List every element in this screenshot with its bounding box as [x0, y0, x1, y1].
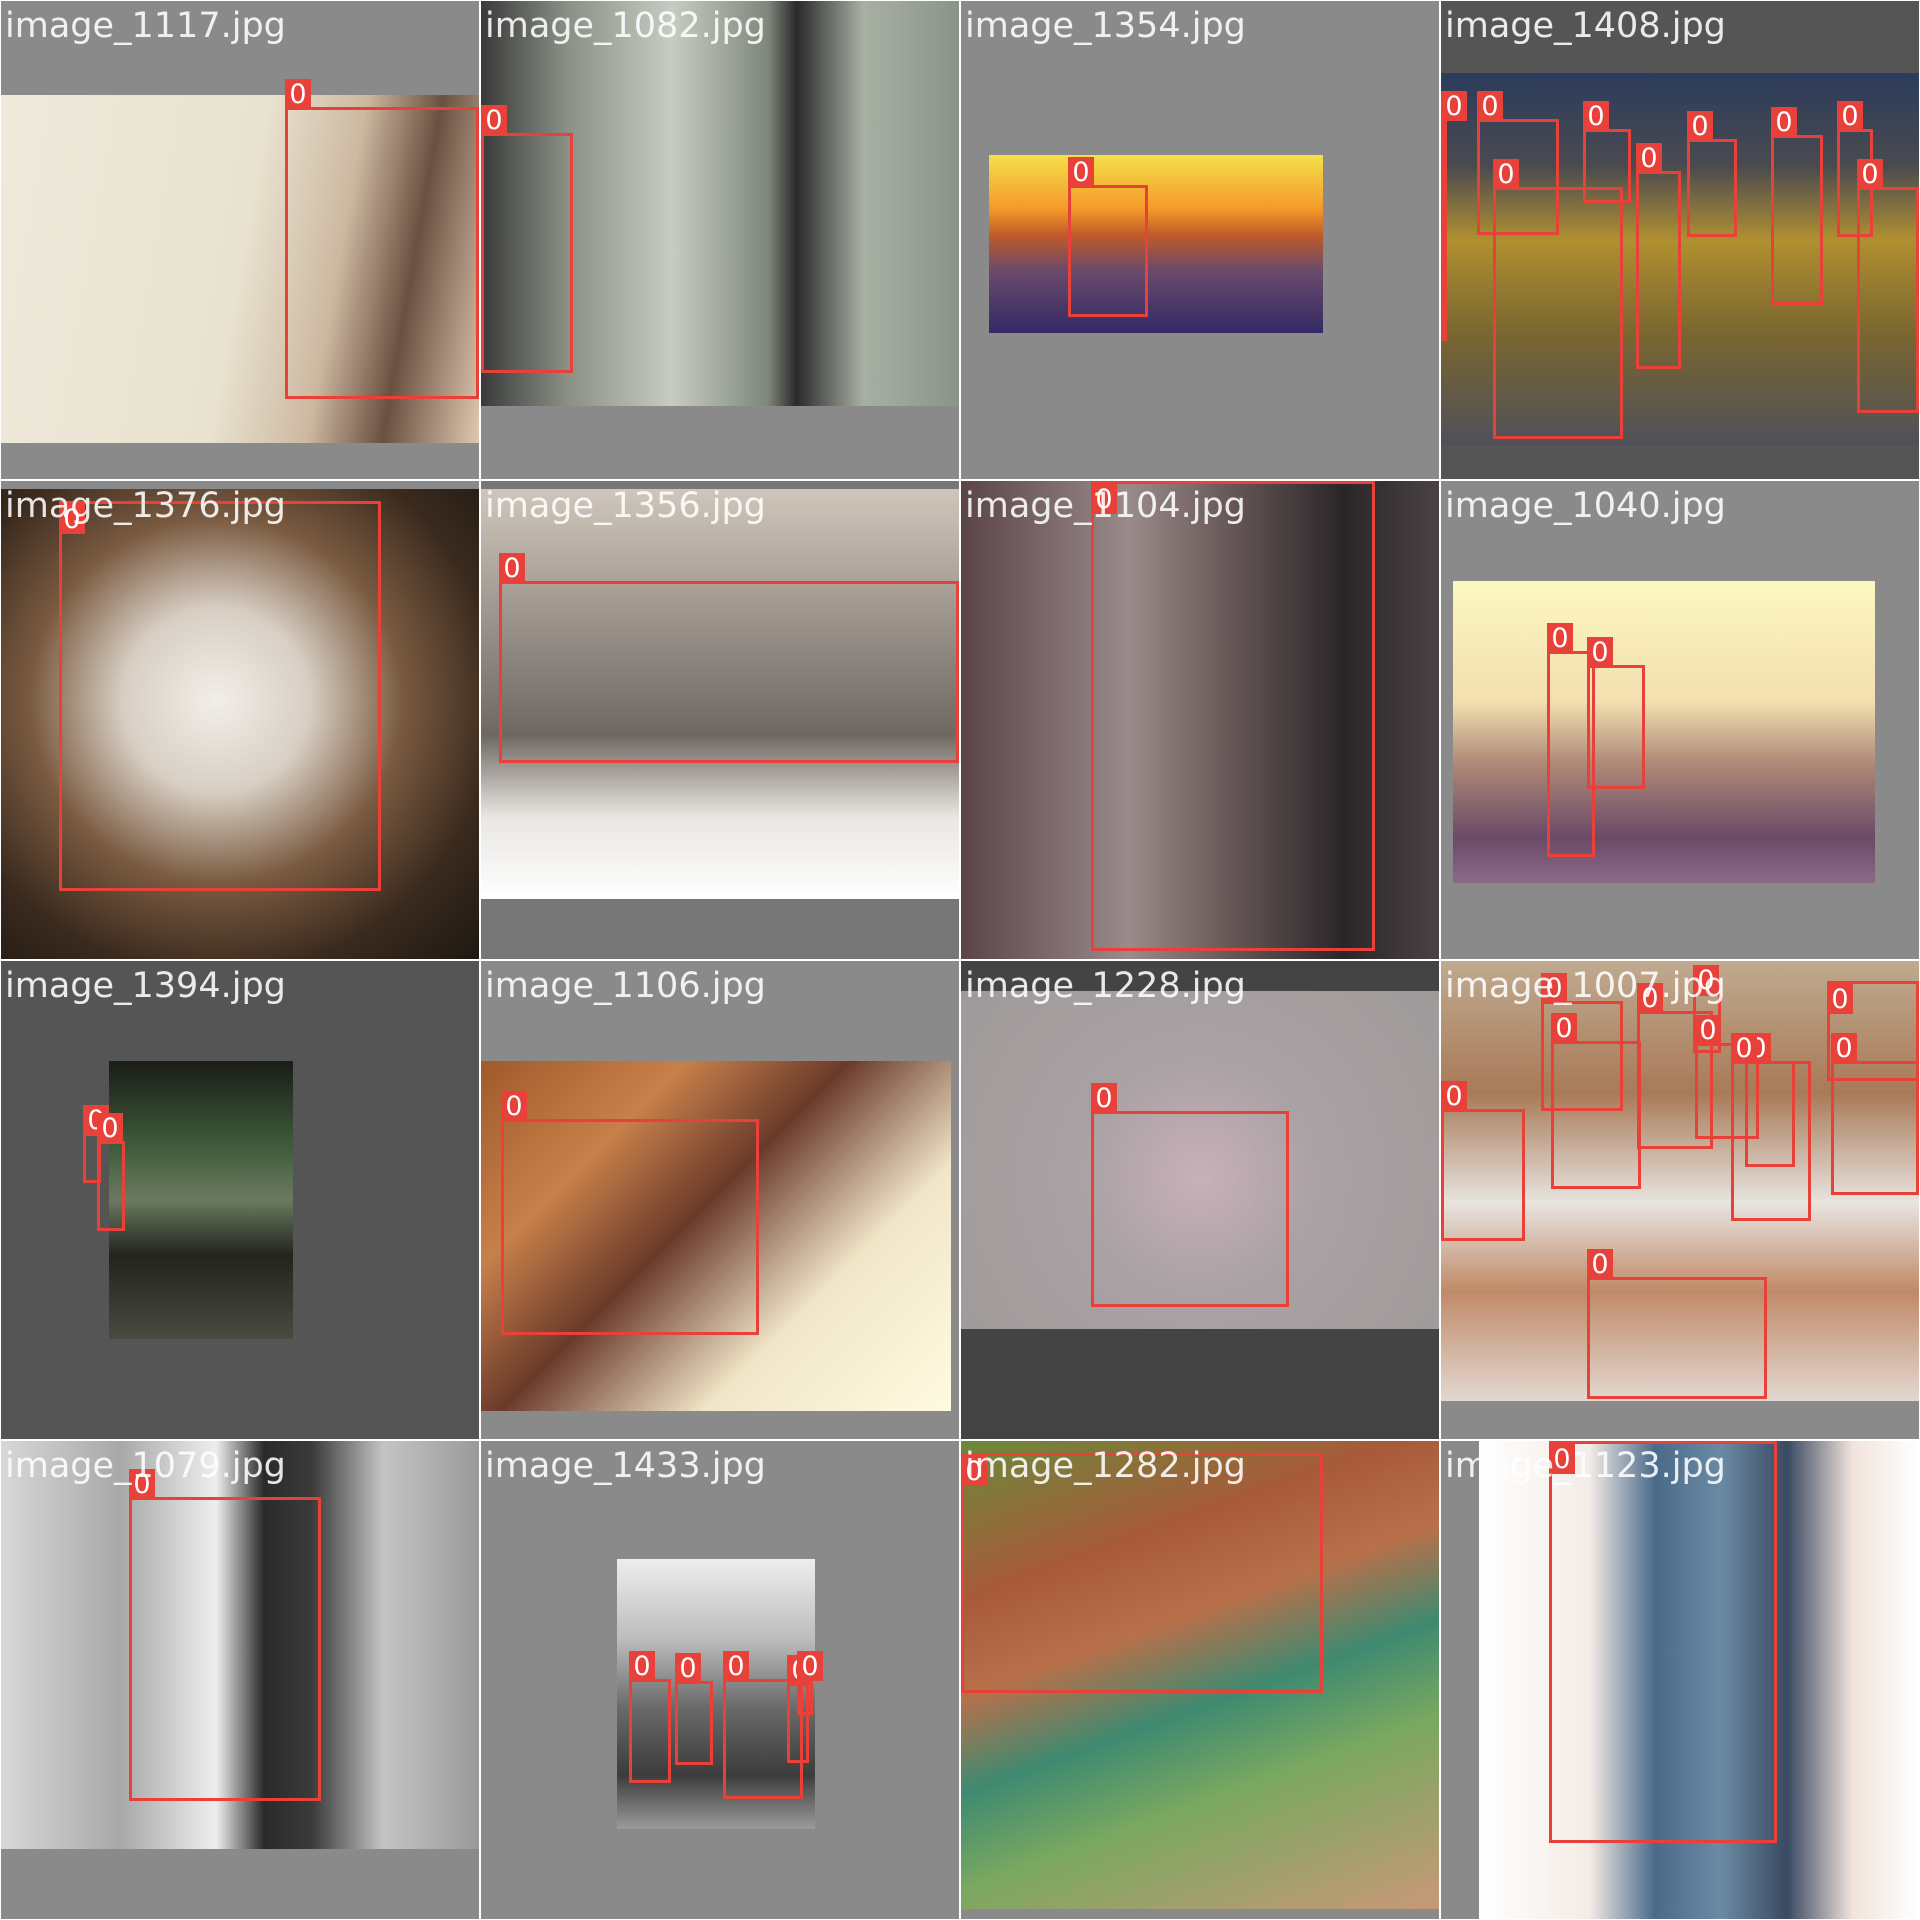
detection-box: 0	[1441, 1081, 1525, 1241]
image-filename: image_1394.jpg	[5, 966, 286, 1006]
class-label: 0	[1091, 1083, 1117, 1114]
detection-box: 0	[1091, 1083, 1289, 1307]
image-tile[interactable]: 0 image_1228.jpg	[961, 961, 1439, 1439]
detection-box: 0	[1687, 111, 1737, 237]
image-filename: image_1356.jpg	[485, 486, 766, 526]
detection-box: 0	[961, 1453, 1323, 1693]
class-label: 0	[481, 105, 507, 136]
image-tile[interactable]: 0 image_1082.jpg	[481, 1, 959, 479]
photo-thumbnail	[989, 155, 1323, 333]
image-tile[interactable]: 0 image_1104.jpg	[961, 481, 1439, 959]
photo-thumbnail	[109, 1061, 293, 1339]
image-filename: image_1408.jpg	[1445, 6, 1726, 46]
detection-box: 0	[1731, 1033, 1811, 1221]
class-label: 0	[1831, 1033, 1857, 1064]
detection-box: 0	[1583, 101, 1631, 203]
class-label: 0	[1493, 159, 1519, 190]
detection-box: 0	[285, 79, 479, 399]
detection-grid: 0 image_1117.jpg 0 image_1082.jpg 0 image_135…	[0, 0, 1920, 1920]
detection-box: 0	[675, 1653, 713, 1765]
image-filename: image_1282.jpg	[965, 1446, 1246, 1486]
class-label: 0	[1477, 91, 1503, 122]
detection-box: 0	[129, 1469, 321, 1801]
image-tile[interactable]: 0 image_1376.jpg	[1, 481, 479, 959]
image-tile[interactable]: 00000image_1433.jpg	[481, 1441, 959, 1919]
class-label: 0	[1857, 159, 1883, 190]
image-filename: image_1376.jpg	[5, 486, 286, 526]
detection-box: 0	[481, 105, 573, 373]
image-filename: image_1117.jpg	[5, 6, 286, 46]
class-label: 0	[1551, 1013, 1577, 1044]
detection-box: 0	[1857, 159, 1919, 413]
image-tile[interactable]: 0 0 image_1394.jpg	[1, 961, 479, 1439]
class-label: 0	[1837, 101, 1863, 132]
image-tile[interactable]: 0 image_1356.jpg	[481, 481, 959, 959]
class-label: 0	[1636, 143, 1662, 174]
class-label: 0	[723, 1651, 749, 1682]
class-label: 0	[1583, 101, 1609, 132]
image-filename: image_1040.jpg	[1445, 486, 1726, 526]
image-filename: image_1228.jpg	[965, 966, 1246, 1006]
image-tile[interactable]: 0 image_1106.jpg	[481, 961, 959, 1439]
class-label: 0	[499, 553, 525, 584]
class-label: 0	[285, 79, 311, 110]
detection-box: 0	[797, 1651, 823, 1715]
detection-box: 0	[499, 553, 959, 763]
detection-box: 0	[1549, 1441, 1777, 1843]
class-label: 0	[1587, 1249, 1613, 1280]
detection-box: 0	[59, 501, 381, 891]
image-filename: image_1007.jpg	[1445, 966, 1726, 1006]
detection-box: 0	[1636, 143, 1681, 369]
image-tile[interactable]: 0 image_1079.jpg	[1, 1441, 479, 1919]
photo-thumbnail	[1453, 581, 1875, 883]
class-label: 0	[629, 1651, 655, 1682]
image-tile[interactable]: 0 image_1354.jpg	[961, 1, 1439, 479]
image-tile[interactable]: 0 0 0 0 0 0 0 0 0 0 0 image_1007.jpg	[1441, 961, 1919, 1439]
image-filename: image_1082.jpg	[485, 6, 766, 46]
class-label: 0	[1068, 157, 1094, 188]
detection-box: 0	[97, 1113, 125, 1231]
image-tile[interactable]: 0 0 0 0 0 0 0 0 0 image_1408.jpg	[1441, 1, 1919, 479]
image-tile[interactable]: 0 image_1282.jpg	[961, 1441, 1439, 1919]
class-label: 0	[1731, 1033, 1757, 1064]
class-label: 0	[1441, 1081, 1467, 1112]
detection-box: 0	[1771, 107, 1823, 305]
image-filename: image_1106.jpg	[485, 966, 766, 1006]
image-tile[interactable]: 0 image_1117.jpg	[1, 1, 479, 479]
class-label: 0	[675, 1653, 701, 1684]
image-filename: image_1079.jpg	[5, 1446, 286, 1486]
detection-box: 0	[1831, 1033, 1919, 1195]
detection-box: 0	[1587, 1249, 1767, 1399]
detection-box: 0	[629, 1651, 671, 1783]
class-label: 0	[97, 1113, 123, 1144]
class-label: 0	[1687, 111, 1713, 142]
class-label: 0	[1587, 637, 1613, 668]
class-label: 0	[1771, 107, 1797, 138]
image-filename: image_1433.jpg	[485, 1446, 766, 1486]
class-label: 0	[1695, 1015, 1721, 1046]
image-filename: image_1354.jpg	[965, 6, 1246, 46]
class-label: 0	[797, 1651, 823, 1682]
image-filename: image_1104.jpg	[965, 486, 1246, 526]
image-tile[interactable]: 0 image_1123.jpg	[1441, 1441, 1919, 1919]
class-label: 0	[1827, 984, 1853, 1015]
detection-box: 0	[501, 1091, 759, 1335]
class-label: 0	[1441, 91, 1467, 122]
detection-box: 0	[1068, 157, 1148, 317]
detection-box: 0	[1551, 1013, 1641, 1189]
detection-box: 0	[1091, 481, 1375, 951]
image-filename: image_1123.jpg	[1445, 1446, 1726, 1486]
detection-box: 0	[1493, 159, 1623, 439]
class-label: 0	[501, 1091, 527, 1122]
image-tile[interactable]: 0 0 image_1040.jpg	[1441, 481, 1919, 959]
detection-box: 0	[1587, 637, 1645, 789]
class-label: 0	[1547, 623, 1573, 654]
detection-box: 0	[1441, 91, 1467, 341]
